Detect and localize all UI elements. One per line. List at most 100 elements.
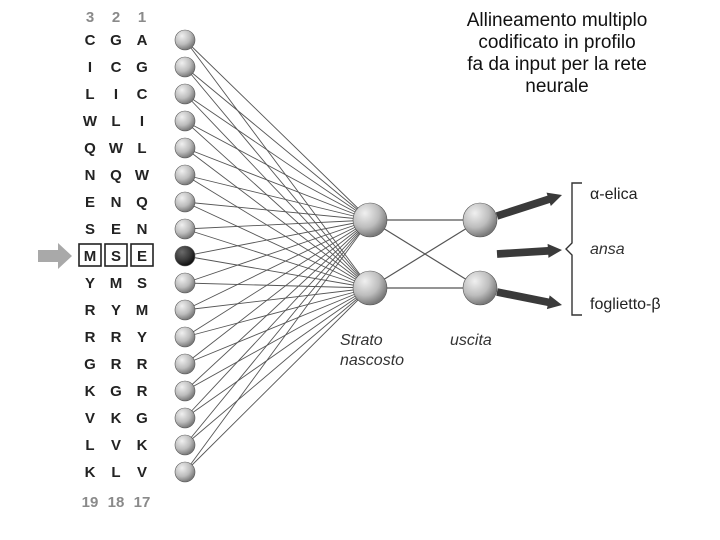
aa-cell: Y — [111, 302, 121, 319]
aa-cell: K — [85, 383, 96, 400]
caption-line2: codificato in profilo — [478, 32, 635, 53]
output-class-label: foglietto-β — [590, 296, 661, 313]
arrow-icon — [496, 193, 562, 220]
brace-icon — [566, 183, 582, 315]
caption-line4: neurale — [525, 76, 588, 97]
aa-cell: S — [137, 275, 147, 292]
output-class-label: α-elica — [590, 186, 638, 203]
aa-cell: G — [136, 59, 148, 76]
aa-cell: R — [137, 383, 148, 400]
aa-cell: L — [111, 113, 120, 130]
column-header: 1 — [138, 9, 146, 26]
aa-cell: I — [114, 86, 118, 103]
aa-cell: R — [85, 302, 96, 319]
aa-cell: C — [137, 86, 148, 103]
column-header: 2 — [112, 9, 120, 26]
aa-cell: K — [137, 437, 148, 454]
input-node — [175, 111, 195, 131]
caption-line3: fa da input per la rete — [467, 54, 647, 75]
hidden-node — [353, 203, 387, 237]
aa-cell: S — [85, 221, 95, 238]
input-node — [175, 84, 195, 104]
aa-cell: M — [136, 302, 149, 319]
aa-cell: A — [137, 32, 148, 49]
aa-cell: L — [137, 140, 146, 157]
input-node — [175, 165, 195, 185]
aa-cell: C — [85, 32, 96, 49]
input-node — [175, 192, 195, 212]
aa-cell: G — [136, 410, 148, 427]
aa-cell: M — [84, 248, 97, 265]
aa-cell: M — [110, 275, 123, 292]
arrow-icon — [497, 244, 562, 258]
column-footer: 19 — [82, 494, 99, 511]
output-node — [463, 203, 497, 237]
aa-cell: R — [137, 356, 148, 373]
input-node — [175, 273, 195, 293]
output-layer-label: uscita — [450, 332, 492, 349]
aa-cell: G — [110, 383, 122, 400]
aa-cell: G — [110, 32, 122, 49]
input-node — [175, 408, 195, 428]
input-node — [175, 138, 195, 158]
edge-input-hidden — [185, 175, 370, 288]
input-node — [175, 300, 195, 320]
aa-cell: Y — [85, 275, 95, 292]
aa-cell: I — [88, 59, 92, 76]
hidden-node — [353, 271, 387, 305]
aa-cell: V — [85, 410, 95, 427]
edge-input-hidden — [185, 288, 370, 337]
aa-cell: Q — [110, 167, 122, 184]
input-node — [175, 30, 195, 50]
input-node — [175, 327, 195, 347]
edge-input-hidden — [185, 40, 370, 220]
output-node — [463, 271, 497, 305]
column-header: 3 — [86, 9, 94, 26]
edge-input-hidden — [185, 283, 370, 288]
aa-cell: N — [111, 194, 122, 211]
aa-cell: L — [85, 437, 94, 454]
aa-cell: R — [111, 356, 122, 373]
aa-cell: L — [111, 464, 120, 481]
aa-cell: E — [85, 194, 95, 211]
aa-cell: E — [137, 248, 147, 265]
edge-input-hidden — [185, 148, 370, 220]
aa-cell: W — [135, 167, 150, 184]
neural-network-diagram: Allineamento multiplo codificato in prof… — [0, 0, 720, 540]
aa-cell: W — [83, 113, 98, 130]
aa-cell: K — [85, 464, 96, 481]
edge-input-hidden — [185, 220, 370, 310]
column-footer: 18 — [108, 494, 125, 511]
input-node — [175, 381, 195, 401]
edge-input-hidden — [185, 202, 370, 288]
aa-cell: E — [111, 221, 121, 238]
aa-cell: V — [137, 464, 147, 481]
input-node — [175, 462, 195, 482]
aa-cell: R — [111, 329, 122, 346]
aa-cell: V — [111, 437, 121, 454]
aa-cell: R — [85, 329, 96, 346]
input-node — [175, 219, 195, 239]
aa-cell: C — [111, 59, 122, 76]
aa-cell: L — [85, 86, 94, 103]
arrow-icon — [496, 288, 562, 309]
edge-input-hidden — [185, 94, 370, 220]
aa-cell: S — [111, 248, 121, 265]
aa-cell: K — [111, 410, 122, 427]
edge-input-hidden — [185, 67, 370, 288]
input-node-highlight — [175, 246, 195, 266]
column-footer: 17 — [134, 494, 151, 511]
hidden-layer-label-2: nascosto — [340, 352, 404, 369]
aa-cell: Q — [84, 140, 96, 157]
aa-cell: Y — [137, 329, 147, 346]
input-node — [175, 57, 195, 77]
aa-cell: N — [137, 221, 148, 238]
edge-input-hidden — [185, 288, 370, 472]
edge-input-hidden — [185, 148, 370, 288]
caption-line1: Allineamento multiplo — [467, 10, 648, 31]
pointer-arrow-icon — [38, 243, 72, 269]
hidden-layer-label-1: Strato — [340, 332, 383, 349]
aa-cell: G — [84, 356, 96, 373]
edge-input-hidden — [185, 220, 370, 229]
input-node — [175, 435, 195, 455]
